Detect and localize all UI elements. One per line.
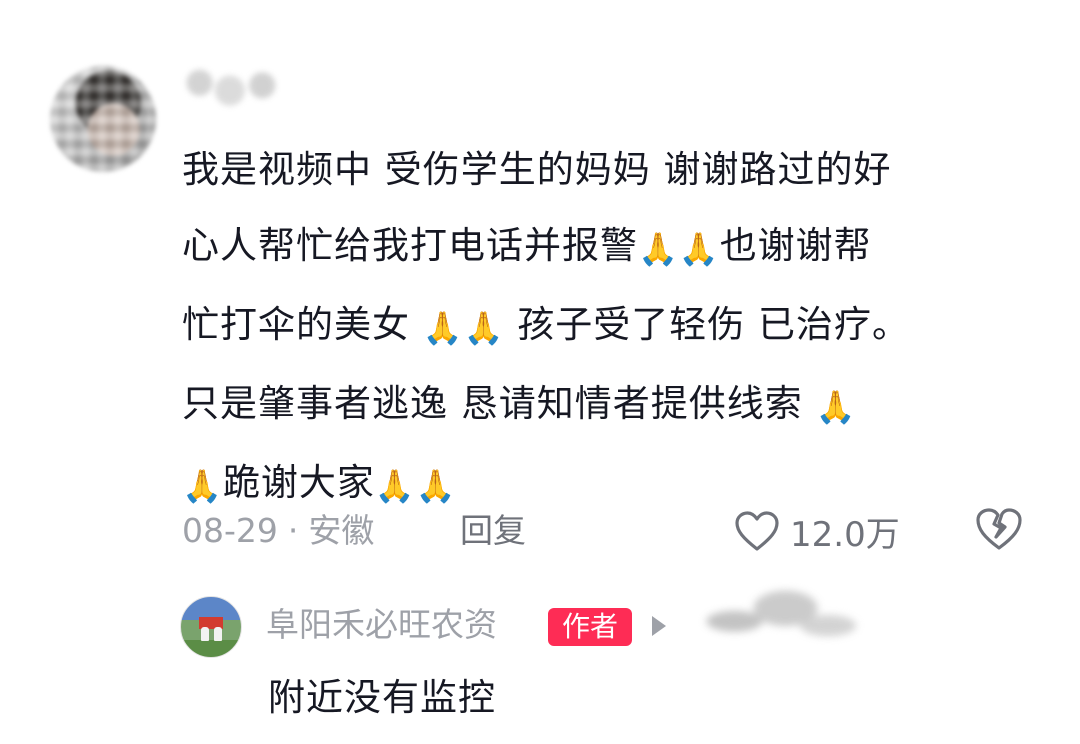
reply-avatar[interactable] <box>180 596 242 658</box>
reply-button[interactable]: 回复 <box>460 508 526 554</box>
folded-hands-emoji: 🙏 <box>374 467 416 505</box>
comment-line-3: 忙打伞的美女 🙏🙏 孩子受了轻伤 已治疗。 <box>182 287 1042 366</box>
folded-hands-emoji: 🙏 <box>638 230 679 268</box>
comment-date: 08-29 <box>182 511 278 550</box>
like-button[interactable]: 12.0万 <box>734 504 900 558</box>
heart-outline-icon <box>734 510 780 552</box>
commenter-name-redacted <box>178 62 286 114</box>
comment-line-1: 我是视频中 受伤学生的妈妈 谢谢路过的好 <box>182 132 1042 208</box>
reply-comment: 阜阳禾必旺农资 作者 附近没有监控 <box>180 574 1060 736</box>
comment-line-4: 只是肇事者逃逸 恳请知情者提供线索 🙏 <box>182 366 1042 445</box>
comment-text-segment: 忙打伞的美女 <box>182 303 423 346</box>
comment-text-segment: 我是视频中 受伤学生的妈妈 谢谢路过的好 <box>182 148 892 191</box>
reply-target-redacted <box>692 574 862 660</box>
folded-hands-emoji: 🙏 <box>815 388 857 426</box>
comment-meta: 08-29 · 安徽 <box>182 508 374 554</box>
folded-hands-emoji: 🙏 <box>678 230 720 268</box>
comment-line-2: 心人帮忙给我打电话并报警🙏🙏也谢谢帮 <box>182 208 1042 287</box>
meta-separator: · <box>287 511 299 550</box>
folded-hands-emoji: 🙏 <box>463 309 505 347</box>
reply-text: 附近没有监控 <box>268 676 496 719</box>
reply-username[interactable]: 阜阳禾必旺农资 <box>266 602 497 648</box>
comment-text-segment: 也谢谢帮 <box>719 224 872 267</box>
comment-text-segment: 只是肇事者逃逸 恳请知情者提供线索 <box>182 382 816 425</box>
comment-text-segment: 跪谢大家 <box>222 461 375 504</box>
comment-text-segment: 心人帮忙给我打电话并报警 <box>182 224 638 267</box>
reply-arrow-icon <box>652 616 666 636</box>
folded-hands-emoji: 🙏 <box>422 309 464 347</box>
broken-heart-icon <box>974 508 1024 556</box>
comment-text: 我是视频中 受伤学生的妈妈 谢谢路过的好 心人帮忙给我打电话并报警🙏🙏也谢谢帮 … <box>182 132 1042 524</box>
comment-location: 安徽 <box>308 511 375 550</box>
like-count: 12.0万 <box>790 514 900 555</box>
dislike-button[interactable] <box>974 506 1024 556</box>
folded-hands-emoji: 🙏 <box>415 467 457 505</box>
author-badge: 作者 <box>548 608 632 646</box>
commenter-avatar[interactable] <box>50 66 156 172</box>
comment-text-segment: 孩子受了轻伤 已治疗。 <box>504 303 910 346</box>
